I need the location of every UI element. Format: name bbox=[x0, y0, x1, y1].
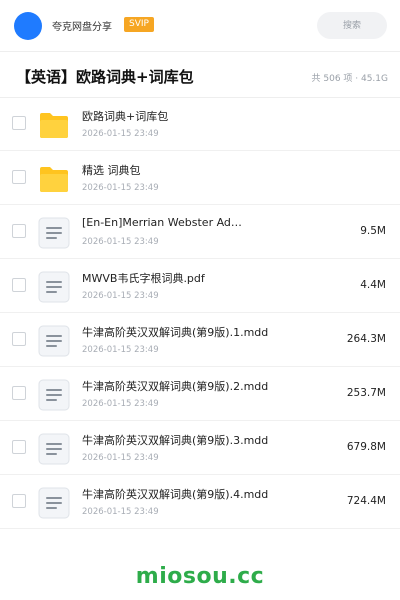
row-checkbox[interactable] bbox=[12, 278, 26, 292]
item-name: MWVB韦氏字根词典.pdf bbox=[82, 272, 205, 285]
document-icon bbox=[38, 217, 70, 249]
folder-icon bbox=[38, 163, 70, 195]
item-name: [En-En]Merrian Webster Ad… bbox=[82, 216, 242, 229]
file-row[interactable]: 牛津高阶英汉双解词典(第9版).2.mdd 2026-01-15 23:49 253… bbox=[0, 367, 400, 421]
svip-badge: SVIP bbox=[124, 17, 154, 32]
file-list: 欧路词典+词库包 2026-01-15 23:49 精选 词典包 2026-01-15… bbox=[0, 97, 400, 529]
row-checkbox[interactable] bbox=[12, 332, 26, 346]
row-checkbox[interactable] bbox=[12, 440, 26, 454]
document-icon bbox=[38, 487, 70, 519]
item-name: 牛津高阶英汉双解词典(第9版).4.mdd bbox=[82, 488, 269, 501]
item-date: 2026-01-15 23:49 bbox=[82, 345, 159, 355]
item-date: 2026-01-15 23:49 bbox=[82, 183, 159, 193]
watermark-logo: miosou.cc bbox=[135, 564, 265, 589]
item-size: 724.4M bbox=[346, 495, 386, 507]
row-checkbox[interactable] bbox=[12, 494, 26, 508]
row-checkbox[interactable] bbox=[12, 170, 26, 184]
document-icon bbox=[38, 271, 70, 303]
item-date: 2026-01-15 23:49 bbox=[82, 129, 159, 139]
item-date: 2026-01-15 23:49 bbox=[82, 453, 159, 463]
file-row[interactable]: MWVB韦氏字根词典.pdf 2026-01-15 23:49 4.4M bbox=[0, 259, 400, 313]
item-size: 9.5M bbox=[360, 225, 386, 237]
folder-title-bar: 【英语】欧路词典+词库包 共 506 项 · 45.1G bbox=[0, 52, 400, 98]
item-name: 牛津高阶英汉双解词典(第9版).3.mdd bbox=[82, 434, 269, 447]
avatar[interactable] bbox=[14, 12, 42, 40]
folder-icon bbox=[38, 109, 70, 141]
item-date: 2026-01-15 23:49 bbox=[82, 399, 159, 409]
search-input[interactable] bbox=[317, 12, 387, 39]
page-title: 【英语】欧路词典+词库包 bbox=[16, 68, 194, 86]
brand-name: 夸克网盘分享 bbox=[52, 22, 112, 33]
top-header: 夸克网盘分享 SVIP bbox=[0, 0, 400, 52]
file-row[interactable]: 牛津高阶英汉双解词典(第9版).4.mdd 2026-01-15 23:49 724… bbox=[0, 475, 400, 529]
file-row[interactable]: 牛津高阶英汉双解词典(第9版).3.mdd 2026-01-15 23:49 679… bbox=[0, 421, 400, 475]
item-name: 牛津高阶英汉双解词典(第9版).1.mdd bbox=[82, 326, 269, 339]
document-icon bbox=[38, 325, 70, 357]
item-name: 牛津高阶英汉双解词典(第9版).2.mdd bbox=[82, 380, 269, 393]
item-size: 4.4M bbox=[360, 279, 386, 291]
item-date: 2026-01-15 23:49 bbox=[82, 507, 159, 517]
item-date: 2026-01-15 23:49 bbox=[82, 237, 159, 247]
item-size: 264.3M bbox=[346, 333, 386, 345]
folder-row[interactable]: 欧路词典+词库包 2026-01-15 23:49 bbox=[0, 97, 400, 151]
file-row[interactable]: [En-En]Merrian Webster Ad… 2026-01-15 23:… bbox=[0, 205, 400, 259]
document-icon bbox=[38, 433, 70, 465]
file-row[interactable]: 牛津高阶英汉双解词典(第9版).1.mdd 2026-01-15 23:49 264… bbox=[0, 313, 400, 367]
document-icon bbox=[38, 379, 70, 411]
row-checkbox[interactable] bbox=[12, 224, 26, 238]
folder-row[interactable]: 精选 词典包 2026-01-15 23:49 bbox=[0, 151, 400, 205]
item-name: 欧路词典+词库包 bbox=[82, 110, 169, 123]
row-checkbox[interactable] bbox=[12, 386, 26, 400]
item-size: 679.8M bbox=[346, 441, 386, 453]
item-date: 2026-01-15 23:49 bbox=[82, 291, 159, 301]
row-checkbox[interactable] bbox=[12, 116, 26, 130]
folder-summary: 共 506 项 · 45.1G bbox=[311, 74, 389, 84]
item-size: 253.7M bbox=[346, 387, 386, 399]
item-name: 精选 词典包 bbox=[82, 164, 141, 177]
